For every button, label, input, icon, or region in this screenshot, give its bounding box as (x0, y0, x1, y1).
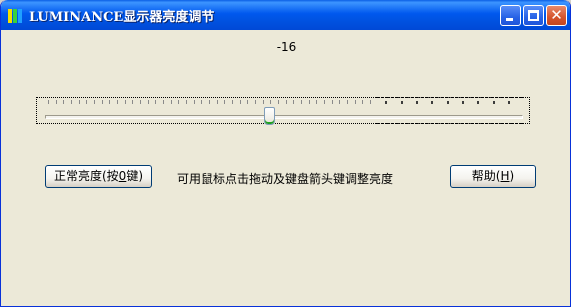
close-icon: ✕ (550, 6, 563, 24)
slider-tick (217, 100, 218, 104)
slider-tick (209, 100, 210, 104)
slider-tick (347, 100, 348, 104)
slider-tick (48, 100, 49, 104)
slider-ticks (48, 100, 510, 106)
slider-tick (286, 100, 287, 104)
slider-tick (109, 100, 110, 104)
slider-tick (240, 100, 241, 104)
slider-tick (293, 100, 294, 104)
slider-tick (56, 100, 57, 104)
help-label-suffix: ) (509, 169, 515, 183)
slider-tick (339, 100, 340, 104)
slider-tick (63, 100, 64, 104)
normal-brightness-label-suffix: 键) (126, 169, 143, 183)
maximize-button[interactable] (523, 5, 544, 26)
slider-tick (416, 101, 418, 104)
window-title: LUMINANCE显示器亮度调节 (29, 10, 215, 25)
slider-tick (94, 100, 95, 104)
slider-tick (163, 100, 164, 104)
normal-brightness-button[interactable]: 正常亮度(按0键) (45, 165, 152, 188)
minimize-icon (506, 18, 513, 21)
slider-tick (71, 100, 72, 104)
luminance-bars-icon (8, 8, 24, 24)
slider-tick (79, 100, 80, 104)
slider-tick (431, 101, 433, 104)
brightness-slider-thumb[interactable] (264, 107, 275, 125)
close-button[interactable]: ✕ (546, 5, 567, 26)
normal-brightness-label-prefix: 正常亮度(按 (53, 169, 119, 183)
slider-tick (301, 100, 302, 104)
slider-tick (117, 100, 118, 104)
slider-tick (171, 100, 172, 104)
brightness-slider-track[interactable] (45, 115, 523, 119)
slider-tick (332, 100, 333, 104)
slider-tick (247, 100, 248, 104)
help-button[interactable]: 帮助(H) (450, 165, 536, 188)
slider-tick (278, 100, 279, 104)
slider-tick (125, 100, 126, 104)
slider-tick (232, 100, 233, 104)
help-label-prefix: 帮助( (471, 169, 501, 183)
minimize-button[interactable] (500, 5, 521, 26)
slider-tick (201, 100, 202, 104)
slider-tick (148, 100, 149, 104)
slider-tick (447, 101, 449, 104)
hint-text: 可用鼠标点击拖动及键盘箭头键调整亮度 (177, 172, 394, 186)
slider-tick (309, 100, 310, 104)
title-bar[interactable]: LUMINANCE显示器亮度调节 ✕ (1, 0, 570, 30)
slider-tick (86, 100, 87, 104)
slider-tick (186, 100, 187, 104)
slider-tick (224, 100, 225, 104)
slider-tick (140, 100, 141, 104)
slider-tick (316, 100, 317, 104)
help-mnemonic: H (500, 169, 510, 183)
slider-tick (477, 101, 479, 104)
slider-tick (155, 100, 156, 104)
slider-tick (370, 100, 371, 104)
slider-tick (270, 100, 271, 104)
slider-tick (263, 100, 264, 104)
brightness-value: -16 (276, 40, 297, 54)
slider-tick (178, 100, 179, 104)
slider-tick (385, 101, 387, 104)
slider-tick (132, 100, 133, 104)
slider-tick (102, 100, 103, 104)
slider-tick (401, 101, 403, 104)
slider-tick (493, 101, 495, 104)
slider-tick (508, 101, 510, 104)
slider-tick (255, 100, 256, 104)
slider-tick (355, 100, 356, 104)
main-window: LUMINANCE显示器亮度调节 ✕ -16 正常亮度(按0键) 可用鼠标点击拖… (0, 0, 571, 307)
slider-tick (362, 100, 363, 104)
maximize-icon (528, 10, 539, 21)
slider-tick (194, 100, 195, 104)
slider-tick (324, 100, 325, 104)
slider-tick (462, 101, 464, 104)
